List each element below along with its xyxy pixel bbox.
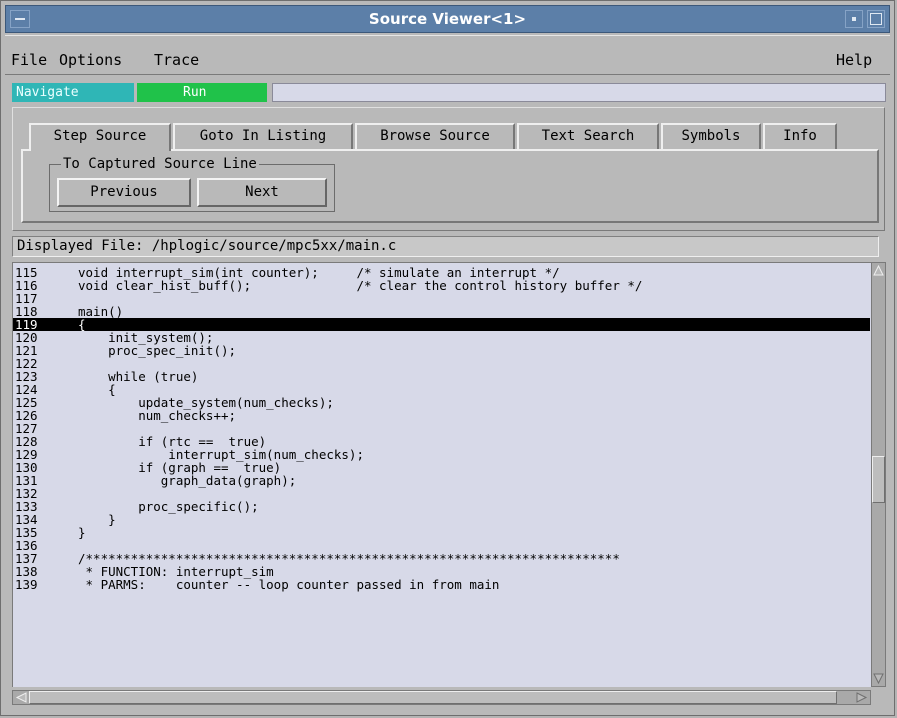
tab-step-source[interactable]: Step Source [29, 123, 171, 151]
run-button[interactable]: Run [137, 83, 267, 102]
menu-trace[interactable]: Trace [154, 51, 199, 69]
source-line[interactable]: 126 num_checks++; [13, 409, 870, 422]
line-number: 139 [15, 577, 38, 592]
horizontal-scroll-thumb[interactable] [29, 691, 837, 704]
group-title: To Captured Source Line [61, 156, 259, 172]
scroll-left-arrow-icon[interactable] [15, 692, 28, 703]
line-code: void clear_hist_buff(); /* clear the con… [78, 278, 643, 293]
line-code: graph_data(graph); [78, 473, 297, 488]
scroll-right-arrow-icon[interactable] [855, 692, 868, 703]
source-line[interactable]: 134 } [13, 513, 870, 526]
tab-text-search[interactable]: Text Search [517, 123, 659, 149]
horizontal-scrollbar[interactable] [12, 690, 871, 705]
next-button[interactable]: Next [197, 178, 327, 207]
line-code: proc_spec_init(); [78, 343, 237, 358]
tab-browse-source[interactable]: Browse Source [355, 123, 515, 149]
tab-goto-in-listing[interactable]: Goto In Listing [173, 123, 353, 149]
vertical-scroll-thumb[interactable] [872, 456, 885, 503]
scroll-up-arrow-icon[interactable] [873, 264, 884, 277]
vertical-scrollbar[interactable] [871, 262, 886, 687]
source-line[interactable]: 135} [13, 526, 870, 539]
source-line[interactable]: 121 proc_spec_init(); [13, 344, 870, 357]
scroll-down-arrow-icon[interactable] [873, 672, 884, 685]
status-field [272, 83, 886, 102]
previous-button[interactable]: Previous [57, 178, 191, 207]
title-bar[interactable]: Source Viewer<1> [5, 5, 890, 33]
scrollbar-corner [871, 690, 886, 705]
menu-bar: File Options Trace Help [5, 35, 890, 75]
navigate-button[interactable]: Navigate [12, 83, 134, 102]
maximize-icon[interactable] [867, 10, 885, 28]
source-line[interactable]: 123 while (true) [13, 370, 870, 383]
displayed-file-label: Displayed File: /hplogic/source/mpc5xx/m… [12, 236, 879, 257]
window-title: Source Viewer<1> [368, 10, 527, 28]
menu-options[interactable]: Options [59, 51, 122, 69]
line-code: num_checks++; [78, 408, 237, 423]
source-code-pane[interactable]: 115 void interrupt_sim(int counter); /* s… [12, 262, 871, 687]
tab-info[interactable]: Info [763, 123, 837, 149]
line-code: } [78, 525, 86, 540]
source-line[interactable]: 116 void clear_hist_buff(); /* clear the … [13, 279, 870, 292]
minimize-icon[interactable] [845, 10, 863, 28]
source-line[interactable]: 139 * PARMS: counter -- loop counter pas… [13, 578, 870, 591]
menu-help[interactable]: Help [836, 51, 872, 69]
source-line[interactable]: 118 main() [13, 305, 870, 318]
menu-file[interactable]: File [11, 51, 47, 69]
source-line[interactable]: 133 proc_specific(); [13, 500, 870, 513]
source-viewer-window: Source Viewer<1> File Options Trace Help… [0, 0, 895, 716]
line-code: * PARMS: counter -- loop counter passed … [78, 577, 500, 592]
source-line[interactable]: 117 [13, 292, 870, 305]
tab-symbols[interactable]: Symbols [661, 123, 761, 149]
source-line[interactable]: 131 graph_data(graph); [13, 474, 870, 487]
